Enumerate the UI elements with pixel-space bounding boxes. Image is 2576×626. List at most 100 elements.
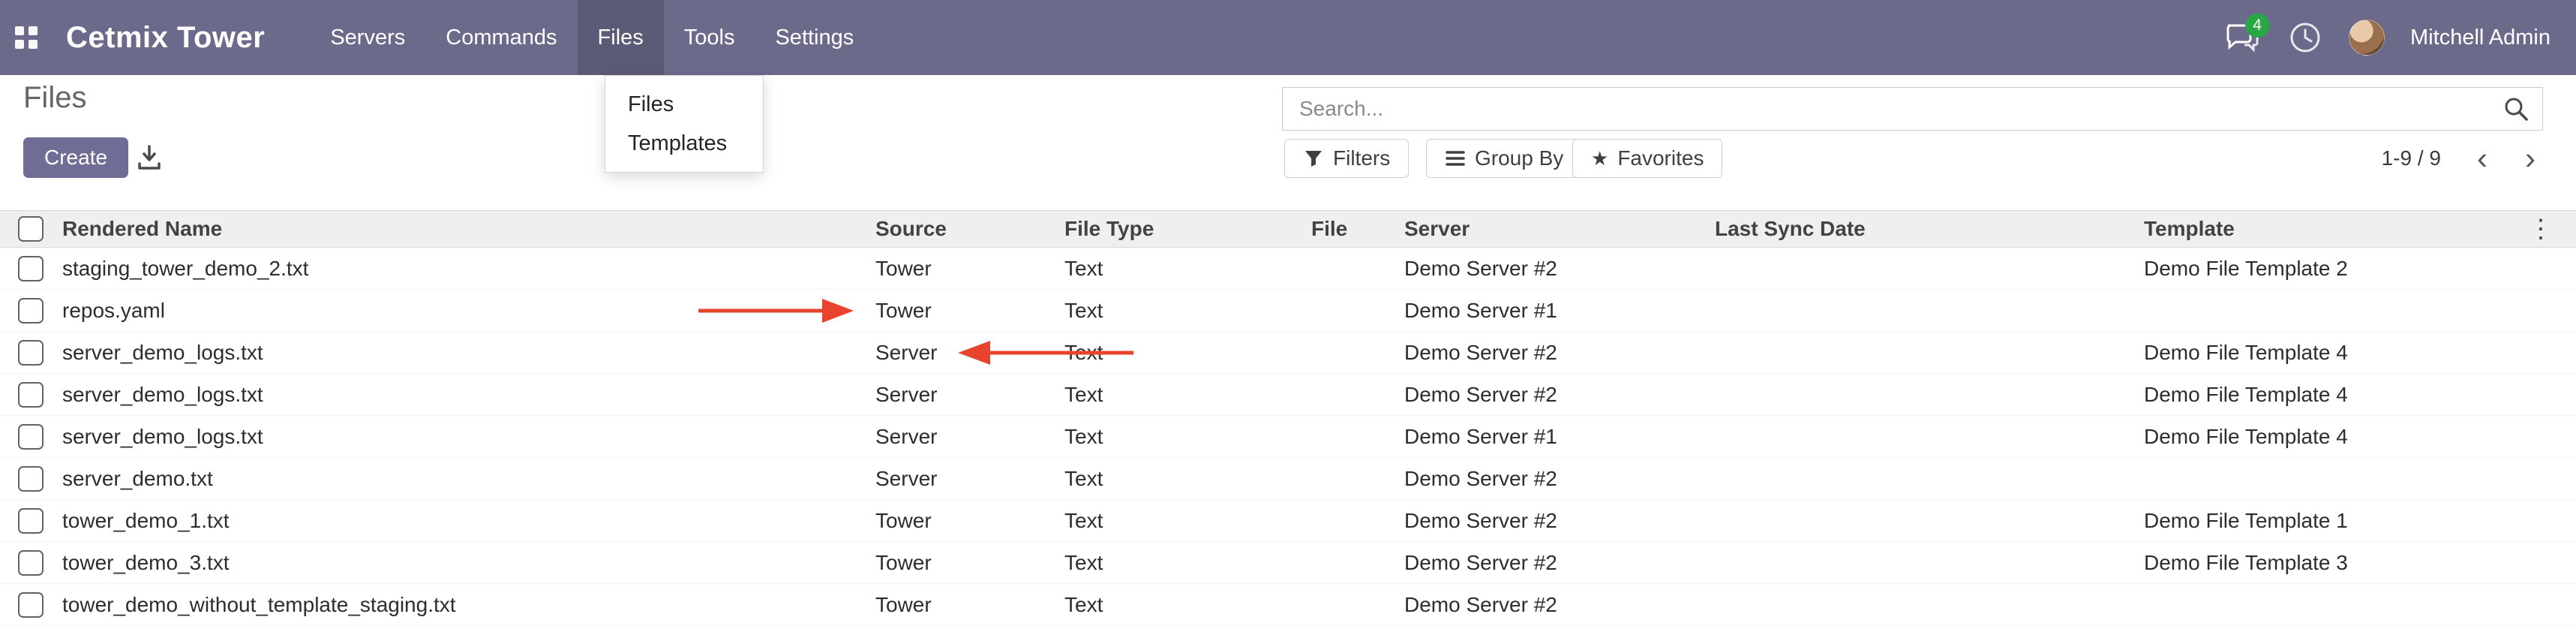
favorites-label: Favorites bbox=[1617, 146, 1704, 170]
export-button[interactable] bbox=[129, 137, 170, 178]
pager-next-button[interactable]: › bbox=[2510, 139, 2550, 178]
col-template[interactable]: Template bbox=[2144, 217, 2520, 241]
row-checkbox[interactable] bbox=[18, 424, 44, 450]
cell-file-type: Text bbox=[1064, 341, 1311, 365]
app-brand[interactable]: Cetmix Tower bbox=[66, 21, 265, 55]
filters-button[interactable]: Filters bbox=[1284, 139, 1409, 178]
table-row[interactable]: tower_demo_1.txtTowerTextDemo Server #2D… bbox=[0, 500, 2576, 542]
cell-file-type: Text bbox=[1064, 299, 1311, 323]
cell-source: Tower bbox=[875, 257, 1064, 281]
messages-button[interactable]: 4 bbox=[2223, 18, 2262, 57]
cell-file-type: Text bbox=[1064, 257, 1311, 281]
menu-settings[interactable]: Settings bbox=[755, 0, 874, 75]
table-row[interactable]: tower_demo_without_template_staging.txt T… bbox=[0, 584, 2576, 626]
filter-icon bbox=[1303, 148, 1324, 169]
cell-rendered-name: server_demo_logs.txt bbox=[62, 341, 875, 365]
cell-rendered-name: tower_demo_3.txt bbox=[62, 551, 875, 575]
cell-rendered-name: server_demo_logs.txt bbox=[62, 425, 875, 449]
cell-server: Demo Server #1 bbox=[1404, 299, 1715, 323]
cell-source: Server bbox=[875, 341, 1064, 365]
create-button[interactable]: Create bbox=[23, 137, 128, 178]
col-file-type[interactable]: File Type bbox=[1064, 217, 1311, 241]
cell-rendered-name: repos.yaml bbox=[62, 299, 875, 323]
grid-icon bbox=[15, 26, 38, 49]
cell-rendered-name: server_demo.txt bbox=[62, 467, 875, 491]
cell-file-type: Text bbox=[1064, 383, 1311, 407]
cell-server: Demo Server #2 bbox=[1404, 257, 1715, 281]
cell-server: Demo Server #2 bbox=[1404, 551, 1715, 575]
group-by-button[interactable]: Group By bbox=[1426, 139, 1582, 178]
col-source[interactable]: Source bbox=[875, 217, 1064, 241]
row-checkbox[interactable] bbox=[18, 508, 44, 534]
table-body: staging_tower_demo_2.txtTowerTextDemo Se… bbox=[0, 248, 2576, 626]
table-row[interactable]: server_demo_logs.txtServerTextDemo Serve… bbox=[0, 332, 2576, 374]
row-checkbox[interactable] bbox=[18, 298, 44, 324]
table-row[interactable]: repos.yamlTowerText Demo Server #1 bbox=[0, 290, 2576, 332]
cell-template: Demo File Template 4 bbox=[2144, 425, 2520, 449]
menu-files[interactable]: Files bbox=[578, 0, 664, 75]
activities-button[interactable] bbox=[2287, 20, 2323, 56]
cell-template: Demo File Template 3 bbox=[2144, 551, 2520, 575]
cell-file-type: Text bbox=[1064, 593, 1311, 617]
row-checkbox[interactable] bbox=[18, 466, 44, 492]
files-dropdown-menu: Files Templates bbox=[605, 75, 764, 173]
table-row[interactable]: staging_tower_demo_2.txtTowerTextDemo Se… bbox=[0, 248, 2576, 290]
star-icon: ★ bbox=[1591, 149, 1608, 168]
menu-servers[interactable]: Servers bbox=[310, 0, 425, 75]
cell-source: Tower bbox=[875, 299, 1064, 323]
cell-rendered-name: tower_demo_1.txt bbox=[62, 509, 875, 533]
col-server[interactable]: Server bbox=[1404, 217, 1715, 241]
table-row[interactable]: tower_demo_3.txtTowerText Demo Server #2 D… bbox=[0, 542, 2576, 584]
cell-rendered-name: server_demo_logs.txt bbox=[62, 383, 875, 407]
files-list-view: Rendered Name Source File Type File Serv… bbox=[0, 210, 2576, 626]
cell-server: Demo Server #2 bbox=[1404, 467, 1715, 491]
cell-rendered-name: tower_demo_without_template_staging.txt bbox=[62, 593, 875, 617]
pager-previous-button[interactable]: ‹ bbox=[2462, 139, 2502, 178]
user-name[interactable]: Mitchell Admin bbox=[2410, 26, 2550, 50]
col-rendered-name[interactable]: Rendered Name bbox=[62, 217, 875, 241]
cell-source: Server bbox=[875, 467, 1064, 491]
select-all-checkbox[interactable] bbox=[18, 216, 44, 242]
optional-columns-toggle[interactable]: ⋮ bbox=[2520, 211, 2561, 247]
user-avatar[interactable] bbox=[2349, 20, 2385, 56]
cell-file-type: Text bbox=[1064, 509, 1311, 533]
table-row[interactable]: server_demo_logs.txtServerTextDemo Serve… bbox=[0, 416, 2576, 458]
page-title: Files bbox=[23, 81, 86, 115]
row-checkbox[interactable] bbox=[18, 256, 44, 281]
cell-file-type: Text bbox=[1064, 551, 1311, 575]
menu-commands[interactable]: Commands bbox=[425, 0, 577, 75]
table-row[interactable]: server_demo.txtServerText Demo Server #2 bbox=[0, 458, 2576, 500]
main-menu: Servers Commands Files Tools Settings bbox=[310, 0, 874, 75]
row-checkbox[interactable] bbox=[18, 550, 44, 576]
search-input[interactable] bbox=[1283, 97, 2490, 121]
col-file[interactable]: File bbox=[1311, 217, 1404, 241]
download-icon bbox=[134, 143, 164, 173]
search-submit-button[interactable] bbox=[2490, 88, 2542, 130]
top-navbar: Cetmix Tower Servers Commands Files Tool… bbox=[0, 0, 2576, 75]
dropdown-item-files[interactable]: Files bbox=[605, 85, 763, 124]
cell-file-type: Text bbox=[1064, 467, 1311, 491]
cell-template: Demo File Template 1 bbox=[2144, 509, 2520, 533]
row-checkbox[interactable] bbox=[18, 340, 44, 366]
menu-tools[interactable]: Tools bbox=[664, 0, 755, 75]
pager-range: 1-9 / 9 bbox=[2382, 146, 2441, 170]
favorites-button[interactable]: ★ Favorites bbox=[1572, 139, 1722, 178]
cell-source: Tower bbox=[875, 551, 1064, 575]
table-header-row: Rendered Name Source File Type File Serv… bbox=[0, 210, 2576, 248]
row-checkbox[interactable] bbox=[18, 382, 44, 408]
cell-template: Demo File Template 4 bbox=[2144, 341, 2520, 365]
row-checkbox[interactable] bbox=[18, 592, 44, 618]
navbar-right: 4 Mitchell Admin bbox=[2223, 18, 2576, 57]
group-by-label: Group By bbox=[1475, 146, 1563, 170]
cell-file-type: Text bbox=[1064, 425, 1311, 449]
apps-menu-icon[interactable] bbox=[0, 0, 53, 75]
cell-server: Demo Server #2 bbox=[1404, 383, 1715, 407]
pager: 1-9 / 9 ‹ › bbox=[2382, 139, 2550, 178]
search-bar bbox=[1282, 87, 2543, 131]
col-last-sync-date[interactable]: Last Sync Date bbox=[1715, 217, 2144, 241]
table-row[interactable]: server_demo_logs.txtServerTextDemo Serve… bbox=[0, 374, 2576, 416]
list-icon bbox=[1445, 148, 1466, 169]
dropdown-item-templates[interactable]: Templates bbox=[605, 124, 763, 163]
filters-label: Filters bbox=[1333, 146, 1390, 170]
cell-source: Server bbox=[875, 425, 1064, 449]
